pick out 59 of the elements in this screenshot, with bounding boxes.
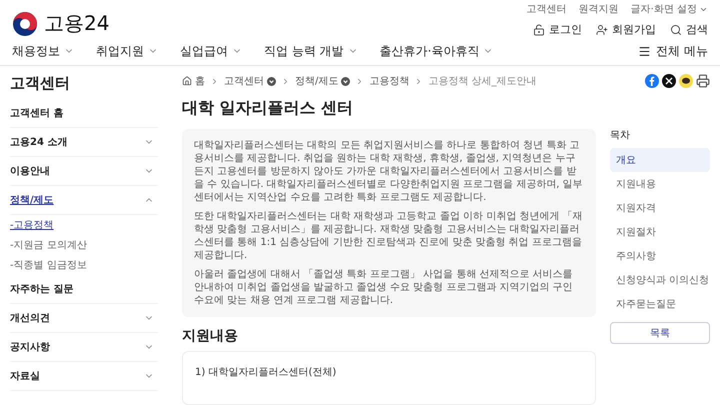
sidebar-item[interactable]: 정책/제도 bbox=[10, 186, 158, 215]
intro-paragraph: 또한 대학일자리플러스센터는 대학 재학생과 고등학교 졸업 이하 미취업 청년에게 「재학생 맞춤형 고용서비스」를 제공합니다. 재학생 맞춤형 고용서비스는 대학일자리플러스센터를 통해 1:1 심층상담에 기반한 진로탐색과 진로에 맞춘 맞춤형 취업 프로그램을 제공합니다. bbox=[194, 210, 584, 262]
caret-icon bbox=[267, 76, 276, 86]
sidebar-item[interactable]: 자주하는 질문 bbox=[10, 275, 158, 304]
intro-paragraph: 대학일자리플러스센터는 대학의 모든 취업지원서비스를 하나로 통합하여 청년 특화 고용서비스를 제공합니다. 취업을 원하는 대학 재학생, 휴학생, 졸업생, 지역청년은 누구든지 고용센터를 방문하지 않아도 가까운 대학일자리플러스센터에서 고용서비스를 받을 수 있습니다. 대학일자리플러스센터별로 다양한취업지원 프로그램을 제공하며, 일부 센터에서는 지역산업 수요를 고려한 특화 프로그램도 제공합니다. bbox=[194, 139, 584, 204]
sidebar-item[interactable]: 공지사항 bbox=[10, 333, 158, 362]
utility-link[interactable]: 고객센터 bbox=[526, 2, 567, 16]
card-heading: 1) 대학일자리플러스센터(전체) bbox=[195, 367, 336, 378]
toc-item[interactable]: 주의사항 bbox=[610, 244, 710, 268]
account-link[interactable]: 검색 bbox=[670, 22, 708, 37]
chat-bubble-icon[interactable] bbox=[679, 74, 693, 88]
toc-item[interactable]: 개요 bbox=[610, 148, 710, 172]
intro-paragraph: 아울러 졸업생에 대해서 「졸업생 특화 프로그램」 사업을 통해 선제적으로 서비스를 안내하여 미취업 졸업생을 발굴하고 졸업생 수요 맞춤형 프로그램과 지역기업의 구인 수요에 맞는 채용 연계 프로그램 제공합니다. bbox=[194, 268, 574, 307]
breadcrumb-link[interactable]: 홈 bbox=[182, 74, 205, 88]
breadcrumb-link[interactable]: 고용정책 상세_제도안내 bbox=[428, 74, 537, 88]
menu-icon bbox=[638, 44, 652, 58]
lock-icon bbox=[533, 24, 545, 36]
account-link[interactable]: 회원가입 bbox=[596, 22, 656, 37]
home-icon bbox=[182, 76, 192, 86]
sidebar-item[interactable]: 고객센터 홈 bbox=[10, 99, 158, 128]
facebook-icon[interactable] bbox=[645, 74, 659, 88]
logo-text[interactable]: 고용24 bbox=[44, 10, 110, 37]
toc-item[interactable]: 지원내용 bbox=[610, 172, 710, 196]
all-menu-button[interactable]: 전체 메뉴 bbox=[638, 42, 708, 60]
sidebar-subitem[interactable]: -직종별 임금정보 bbox=[10, 255, 158, 275]
nav-menu-item[interactable]: 실업급여 bbox=[180, 42, 242, 60]
nav-menu-item[interactable]: 출산휴가·육아휴직 bbox=[380, 42, 494, 60]
toc-item[interactable]: 자주묻는질문 bbox=[610, 292, 710, 316]
sidebar-item[interactable]: 이용안내 bbox=[10, 157, 158, 186]
sidebar-item[interactable]: 자료실 bbox=[10, 362, 158, 391]
page-title: 대학 일자리플러스 센터 bbox=[182, 98, 354, 119]
logo-icon[interactable] bbox=[12, 10, 38, 36]
utility-link[interactable]: 글자·화면 설정 bbox=[630, 2, 708, 16]
sidebar-item[interactable]: 고용24 소개 bbox=[10, 128, 158, 157]
toc-item[interactable]: 지원자격 bbox=[610, 196, 710, 220]
x-icon[interactable] bbox=[662, 74, 676, 88]
sidebar-title: 고객센터 bbox=[10, 74, 71, 93]
user-plus-icon bbox=[596, 24, 608, 36]
nav-menu-item[interactable]: 취업지원 bbox=[96, 42, 158, 60]
section-title: 지원내용 bbox=[182, 327, 239, 345]
utility-link[interactable]: 원격지원 bbox=[578, 2, 619, 16]
toc-item[interactable]: 지원절차 bbox=[610, 220, 710, 244]
nav-menu-item[interactable]: 채용정보 bbox=[12, 42, 74, 60]
toc-title: 목차 bbox=[610, 129, 631, 142]
chevron-right-icon bbox=[281, 76, 290, 86]
caret-icon bbox=[341, 76, 350, 86]
account-link[interactable]: 로그인 bbox=[533, 22, 582, 37]
sidebar-subitem[interactable]: -지원금 모의계산 bbox=[10, 235, 158, 255]
print-icon[interactable] bbox=[696, 74, 710, 88]
toc-item[interactable]: 신청양식과 이의신청 bbox=[610, 268, 710, 292]
sidebar-subitem[interactable]: -고용정책 bbox=[10, 215, 158, 235]
chevron-right-icon bbox=[210, 76, 219, 86]
breadcrumb-link[interactable]: 고객센터 bbox=[224, 74, 276, 88]
sidebar-item[interactable]: 개선의견 bbox=[10, 304, 158, 333]
nav-menu-item[interactable]: 직업 능력 개발 bbox=[264, 42, 358, 60]
breadcrumb-link[interactable]: 정책/제도 bbox=[295, 74, 350, 88]
breadcrumb-link[interactable]: 고용정책 bbox=[369, 74, 410, 88]
search-icon bbox=[670, 24, 682, 36]
list-button[interactable]: 목록 bbox=[610, 322, 710, 344]
